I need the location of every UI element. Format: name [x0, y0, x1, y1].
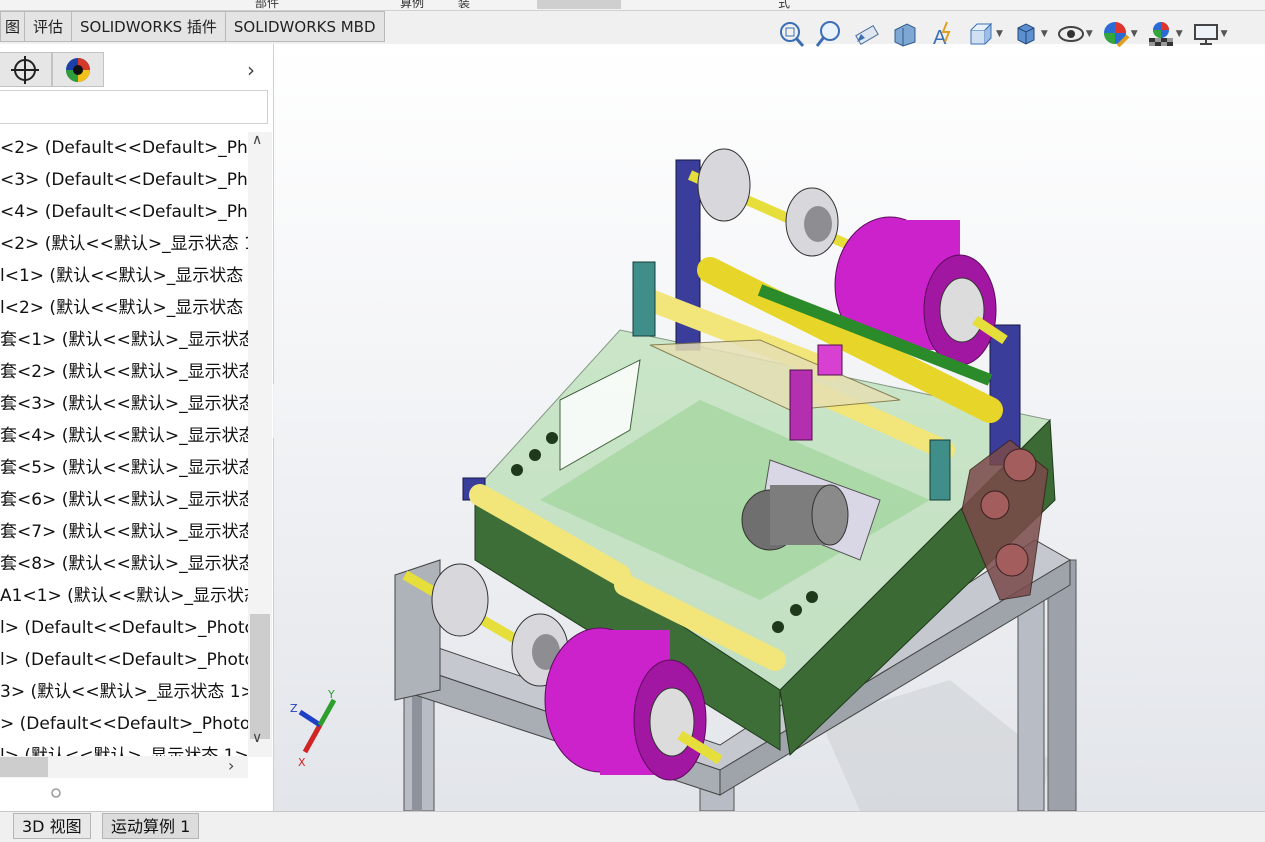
command-manager-tabs: 图 评估 SOLIDWORKS 插件 SOLIDWORKS MBD: [0, 11, 440, 43]
chevron-down-icon[interactable]: ▼: [996, 29, 1003, 39]
tab-solidworks-mbd[interactable]: SOLIDWORKS MBD: [224, 11, 385, 42]
chevron-down-icon[interactable]: ▼: [1041, 29, 1048, 39]
tree-item[interactable]: 套<1> (默认<<默认>_显示状态: [0, 324, 248, 356]
configuration-target-tab[interactable]: [0, 52, 52, 87]
scroll-down-arrow[interactable]: ∨: [252, 730, 262, 746]
tab-motion-study-1[interactable]: 运动算例 1: [102, 813, 200, 839]
ribbon-strip: 部件 算例 装 式: [0, 0, 1265, 11]
status-dot-icon: [51, 788, 61, 798]
view-settings-icon[interactable]: [1191, 19, 1221, 49]
tab-solidworks-addins[interactable]: SOLIDWORKS 插件: [71, 11, 226, 42]
assembly-model[interactable]: X Z Y: [274, 44, 1265, 811]
tree-item[interactable]: 套<8> (默认<<默认>_显示状态: [0, 548, 248, 580]
ribbon-selected-item[interactable]: [537, 0, 621, 9]
panel-tabs: ›: [0, 52, 273, 88]
tree-item[interactable]: A1<1> (默认<<默认>_显示状态: [0, 580, 248, 612]
tree-item[interactable]: 套<2> (默认<<默认>_显示状态: [0, 356, 248, 388]
tab-evaluate[interactable]: 评估: [24, 11, 73, 42]
dynamic-annotation-view-icon[interactable]: A: [928, 19, 958, 49]
bottom-tab-bar: 3D 视图 运动算例 1: [0, 811, 1265, 842]
apply-scene-icon[interactable]: [1146, 19, 1176, 49]
tree-filter-input[interactable]: [0, 90, 268, 124]
triad-y-label: Y: [327, 688, 335, 701]
tree-item[interactable]: l<1> (默认<<默认>_显示状态: [0, 260, 248, 292]
chevron-down-icon[interactable]: ▼: [1086, 29, 1093, 39]
scroll-right-arrow[interactable]: ›: [228, 756, 234, 775]
crosshair-icon: [11, 56, 39, 84]
tree-item[interactable]: > (Default<<Default>_Photo: [0, 708, 248, 740]
tree-item[interactable]: 套<7> (默认<<默认>_显示状态: [0, 516, 248, 548]
tree-item[interactable]: 套<4> (默认<<默认>_显示状态: [0, 420, 248, 452]
display-style-icon[interactable]: [1011, 19, 1041, 49]
triad-z-label: Z: [290, 702, 298, 715]
tree-item[interactable]: <2> (Default<<Default>_Pho: [0, 132, 248, 164]
feature-manager-panel: › <2> (Default<<Default>_Pho <3> (Defaul…: [0, 44, 274, 811]
ribbon-fragment[interactable]: 部件: [255, 0, 279, 10]
appearance-sphere-icon: [66, 58, 90, 82]
feature-tree: <2> (Default<<Default>_Pho <3> (Default<…: [0, 132, 248, 757]
tree-item[interactable]: 3> (默认<<默认>_显示状态 1>: [0, 676, 248, 708]
tab-drawing[interactable]: 图: [0, 11, 26, 42]
ribbon-fragment[interactable]: 算例: [400, 0, 424, 10]
display-manager-tab[interactable]: [52, 52, 104, 87]
tree-item[interactable]: <3> (Default<<Default>_Pho: [0, 164, 248, 196]
ribbon-fragment[interactable]: 装: [458, 0, 470, 10]
graphics-area[interactable]: X Z Y: [274, 44, 1265, 811]
view-orientation-icon[interactable]: [966, 19, 996, 49]
tree-item[interactable]: 套<3> (默认<<默认>_显示状态: [0, 388, 248, 420]
previous-view-icon[interactable]: [852, 19, 882, 49]
triad-x-label: X: [298, 756, 306, 769]
tree-item[interactable]: 套<5> (默认<<默认>_显示状态: [0, 452, 248, 484]
section-view-icon[interactable]: [890, 19, 920, 49]
svg-text:A: A: [933, 27, 947, 48]
chevron-down-icon[interactable]: ▼: [1131, 29, 1138, 39]
ribbon-fragment[interactable]: 式: [778, 0, 790, 10]
chevron-down-icon[interactable]: ▼: [1221, 29, 1228, 39]
tree-item[interactable]: l> (Default<<Default>_Photo: [0, 612, 248, 644]
hide-show-items-icon[interactable]: [1056, 19, 1086, 49]
tree-item[interactable]: l<2> (默认<<默认>_显示状态: [0, 292, 248, 324]
tree-horizontal-scroll-thumb[interactable]: [0, 757, 48, 777]
zoom-to-area-icon[interactable]: [814, 19, 844, 49]
tree-item[interactable]: l> (默认<<默认>_显示状态 1>: [0, 740, 248, 757]
tab-3d-view[interactable]: 3D 视图: [13, 813, 91, 839]
tree-vertical-scroll-thumb[interactable]: [250, 614, 270, 739]
tree-item[interactable]: <2> (默认<<默认>_显示状态 1: [0, 228, 248, 260]
zoom-to-fit-icon[interactable]: [776, 19, 806, 49]
tree-item[interactable]: 套<6> (默认<<默认>_显示状态: [0, 484, 248, 516]
chevron-down-icon[interactable]: ▼: [1176, 29, 1183, 39]
panel-tabs-next-arrow[interactable]: ›: [247, 58, 255, 82]
tree-item[interactable]: l> (Default<<Default>_Photo: [0, 644, 248, 676]
scroll-up-arrow[interactable]: ∧: [252, 132, 262, 148]
tree-item[interactable]: <4> (Default<<Default>_Pho: [0, 196, 248, 228]
heads-up-view-toolbar: A ▼ ▼ ▼ ▼ ▼ ▼: [776, 16, 1265, 52]
edit-appearance-icon[interactable]: [1101, 19, 1131, 49]
